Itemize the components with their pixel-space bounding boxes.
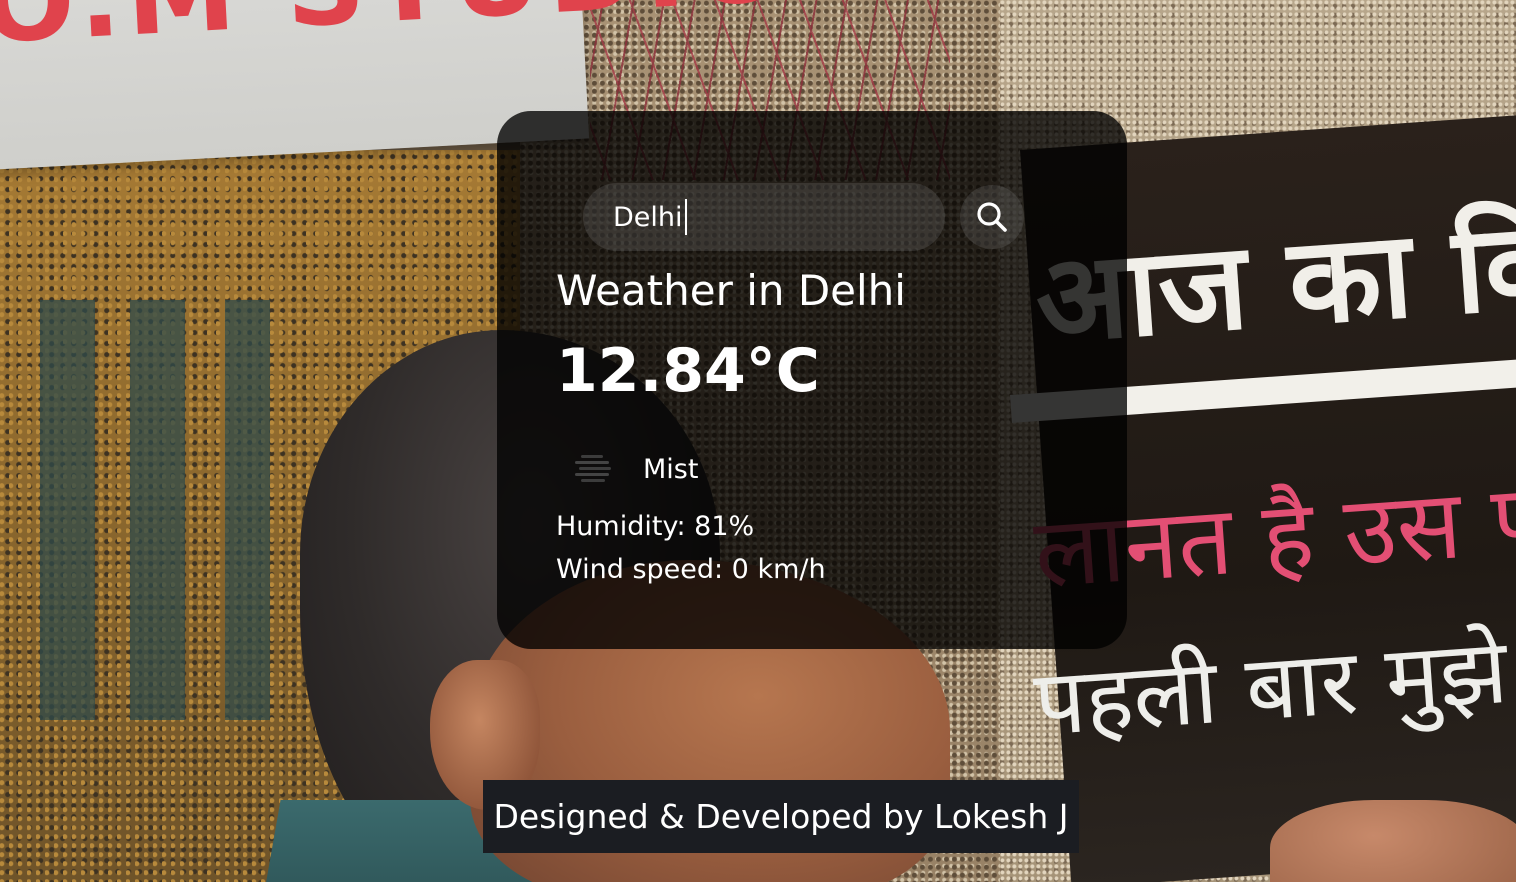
city-title: Weather in Delhi (556, 266, 906, 315)
condition-text: Mist (643, 453, 699, 485)
temperature-value: 12.84°C (556, 336, 820, 406)
search-icon (974, 199, 1010, 235)
weather-card: Weather in Delhi 12.84°C Mist Humidity: … (497, 111, 1127, 649)
background-hand (1270, 800, 1516, 882)
footer-credit: Designed & Developed by Lokesh J (483, 780, 1079, 853)
mist-icon (567, 443, 619, 495)
text-caret (685, 199, 687, 235)
search-button[interactable] (960, 185, 1024, 249)
weather-condition: Mist (567, 441, 698, 497)
weather-app-page: आज का विचार लानत है उस पर पहली बार मुझे … (0, 0, 1516, 882)
wind-speed-text: Wind speed: 0 km/h (556, 554, 826, 585)
background-painted-letters (0, 300, 330, 720)
search-input[interactable] (583, 183, 945, 251)
humidity-text: Humidity: 81% (556, 511, 755, 542)
search-bar (583, 183, 1033, 251)
